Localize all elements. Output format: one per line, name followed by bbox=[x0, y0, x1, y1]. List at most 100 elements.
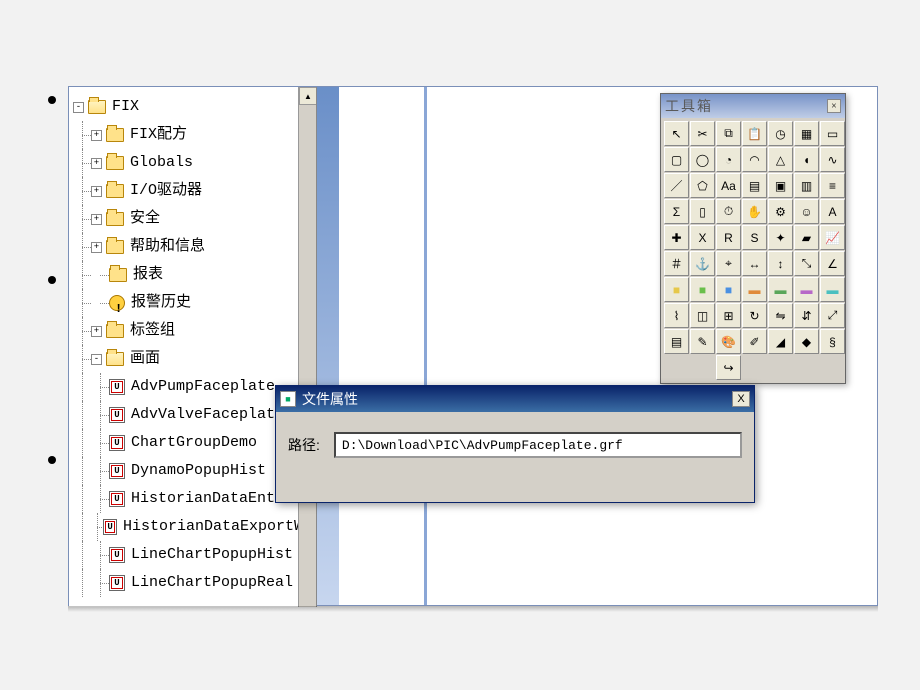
toolbox-titlebar[interactable]: 工具箱 × bbox=[661, 94, 845, 118]
tool-hand[interactable]: ✋ bbox=[742, 199, 767, 224]
folder-icon bbox=[106, 184, 124, 198]
tree-picture[interactable]: HistorianDataExportWi bbox=[73, 513, 312, 541]
tool-flip[interactable]: ⇵ bbox=[794, 303, 819, 328]
tool-pie[interactable]: ◔ bbox=[716, 147, 741, 172]
tool-chord[interactable]: ◖ bbox=[794, 147, 819, 172]
tool-redo[interactable]: ↪ bbox=[716, 355, 741, 380]
tool-sq-g[interactable]: ■ bbox=[690, 277, 715, 302]
expander-icon[interactable]: - bbox=[73, 102, 84, 113]
tool-rect-o[interactable]: ▬ bbox=[742, 277, 767, 302]
tool-rect-c[interactable]: ▬ bbox=[820, 277, 845, 302]
tool-rect-g[interactable]: ▬ bbox=[768, 277, 793, 302]
tool-sheet[interactable]: ▤ bbox=[664, 329, 689, 354]
tool-stamp[interactable]: ▰ bbox=[794, 225, 819, 250]
tool-palette[interactable]: 🎨 bbox=[716, 329, 741, 354]
tool-dim-d[interactable]: ⤡ bbox=[794, 251, 819, 276]
close-icon[interactable]: × bbox=[827, 99, 841, 113]
tool-arc[interactable]: ◠ bbox=[742, 147, 767, 172]
tool-rect-p[interactable]: ▬ bbox=[794, 277, 819, 302]
tool-line[interactable]: ／ bbox=[664, 173, 689, 198]
tree-item[interactable]: + Globals bbox=[73, 149, 312, 177]
tool-box3d[interactable]: ◫ bbox=[690, 303, 715, 328]
tool-poly[interactable]: ⬠ bbox=[690, 173, 715, 198]
tool-dim-a[interactable]: ∠ bbox=[820, 251, 845, 276]
tool-font[interactable]: A bbox=[820, 199, 845, 224]
tree-label: I/O驱动器 bbox=[130, 177, 202, 205]
tree-item[interactable]: + FIX配方 bbox=[73, 121, 312, 149]
tree-item[interactable]: 报表 bbox=[73, 261, 312, 289]
tool-face[interactable]: ☺ bbox=[794, 199, 819, 224]
tool-sigma[interactable]: Σ bbox=[664, 199, 689, 224]
tool-clock[interactable]: ◷ bbox=[768, 121, 793, 146]
tool-scale[interactable]: ⤢ bbox=[820, 303, 845, 328]
tool-copy[interactable]: ⧉ bbox=[716, 121, 741, 146]
tree-item[interactable]: + 帮助和信息 bbox=[73, 233, 312, 261]
tool-tri[interactable]: △ bbox=[768, 147, 793, 172]
tool-anchor[interactable]: ⚓ bbox=[690, 251, 715, 276]
tool-cross[interactable]: ✚ bbox=[664, 225, 689, 250]
tool-clipboard[interactable]: ▯ bbox=[690, 199, 715, 224]
tool-curve[interactable]: ∿ bbox=[820, 147, 845, 172]
tool-layers[interactable]: ▣ bbox=[768, 173, 793, 198]
tool-shape[interactable]: ◆ bbox=[794, 329, 819, 354]
tree-item-pictures[interactable]: - 画面 bbox=[73, 345, 312, 373]
tool-brush[interactable]: ◢ bbox=[768, 329, 793, 354]
tool-hash[interactable]: ＃ bbox=[664, 251, 689, 276]
path-input[interactable] bbox=[334, 432, 742, 458]
tool-chart[interactable]: 📈 bbox=[820, 225, 845, 250]
tool-note[interactable]: ✎ bbox=[690, 329, 715, 354]
expander-icon[interactable]: + bbox=[91, 130, 102, 141]
dialog-titlebar[interactable]: ■ 文件属性 X bbox=[276, 386, 754, 412]
tool-x-var[interactable]: X bbox=[690, 225, 715, 250]
tool-pointer[interactable]: ↖ bbox=[664, 121, 689, 146]
tool-layers2[interactable]: ▥ bbox=[794, 173, 819, 198]
tool-dim-h[interactable]: ↔ bbox=[742, 251, 767, 276]
tool-dim-v[interactable]: ↕ bbox=[768, 251, 793, 276]
tool-paste[interactable]: 📋 bbox=[742, 121, 767, 146]
tool-sparkle[interactable]: ✦ bbox=[768, 225, 793, 250]
tool-gear[interactable]: ⚙ bbox=[768, 199, 793, 224]
expander-icon[interactable]: + bbox=[91, 158, 102, 169]
tool-rrect[interactable]: ▢ bbox=[664, 147, 689, 172]
tool-cyl[interactable]: ⌇ bbox=[664, 303, 689, 328]
tool-script[interactable]: § bbox=[820, 329, 845, 354]
tool-grid[interactable]: ▦ bbox=[794, 121, 819, 146]
tool-prop[interactable]: ⊞ bbox=[716, 303, 741, 328]
tool-text-aa[interactable]: Aa bbox=[716, 173, 741, 198]
tool-table[interactable]: ▤ bbox=[742, 173, 767, 198]
tool-rect-tool[interactable]: ▭ bbox=[820, 121, 845, 146]
tool-sq-y[interactable]: ■ bbox=[664, 277, 689, 302]
tree-picture[interactable]: LineChartPopupHist bbox=[73, 541, 312, 569]
scroll-up-button[interactable] bbox=[299, 87, 317, 105]
tree-item[interactable]: 报警历史 bbox=[73, 289, 312, 317]
tool-cut[interactable]: ✂ bbox=[690, 121, 715, 146]
expander-icon[interactable]: + bbox=[91, 186, 102, 197]
tree-root[interactable]: - FIX bbox=[73, 93, 312, 121]
expander-icon[interactable]: + bbox=[91, 326, 102, 337]
tree-item[interactable]: + 安全 bbox=[73, 205, 312, 233]
tree-item[interactable]: + 标签组 bbox=[73, 317, 312, 345]
toolbox-grid: ↖✂⧉📋◷▦▭▢◯◔◠△◖∿／⬠Aa▤▣▥≡Σ▯⏱✋⚙☺A✚XRS✦▰📈＃⚓⌖↔… bbox=[661, 118, 845, 383]
tool-db[interactable]: ≡ bbox=[820, 173, 845, 198]
tree-item[interactable]: + I/O驱动器 bbox=[73, 177, 312, 205]
tool-mirror[interactable]: ⇋ bbox=[768, 303, 793, 328]
expander-icon[interactable]: + bbox=[91, 214, 102, 225]
splitter[interactable] bbox=[317, 87, 339, 605]
expander-icon[interactable]: - bbox=[91, 354, 102, 365]
tool-pen[interactable]: ✐ bbox=[742, 329, 767, 354]
tool-stopwatch[interactable]: ⏱ bbox=[716, 199, 741, 224]
tree-label: ChartGroupDemo bbox=[131, 429, 257, 457]
tool-refresh[interactable]: ↻ bbox=[742, 303, 767, 328]
tree-picture[interactable]: LineChartPopupReal bbox=[73, 569, 312, 597]
tool-r-var[interactable]: R bbox=[716, 225, 741, 250]
picture-icon bbox=[109, 463, 125, 479]
canvas-area[interactable] bbox=[339, 87, 427, 605]
tree-scrollbar[interactable] bbox=[298, 87, 316, 607]
expander-icon[interactable]: + bbox=[91, 242, 102, 253]
project-tree[interactable]: - FIX + FIX配方 + Globals + I/O驱动器 bbox=[69, 87, 316, 603]
dialog-close-button[interactable]: X bbox=[732, 391, 750, 407]
tool-snap[interactable]: ⌖ bbox=[716, 251, 741, 276]
tool-sq-b[interactable]: ■ bbox=[716, 277, 741, 302]
tool-circle[interactable]: ◯ bbox=[690, 147, 715, 172]
tool-s-var[interactable]: S bbox=[742, 225, 767, 250]
